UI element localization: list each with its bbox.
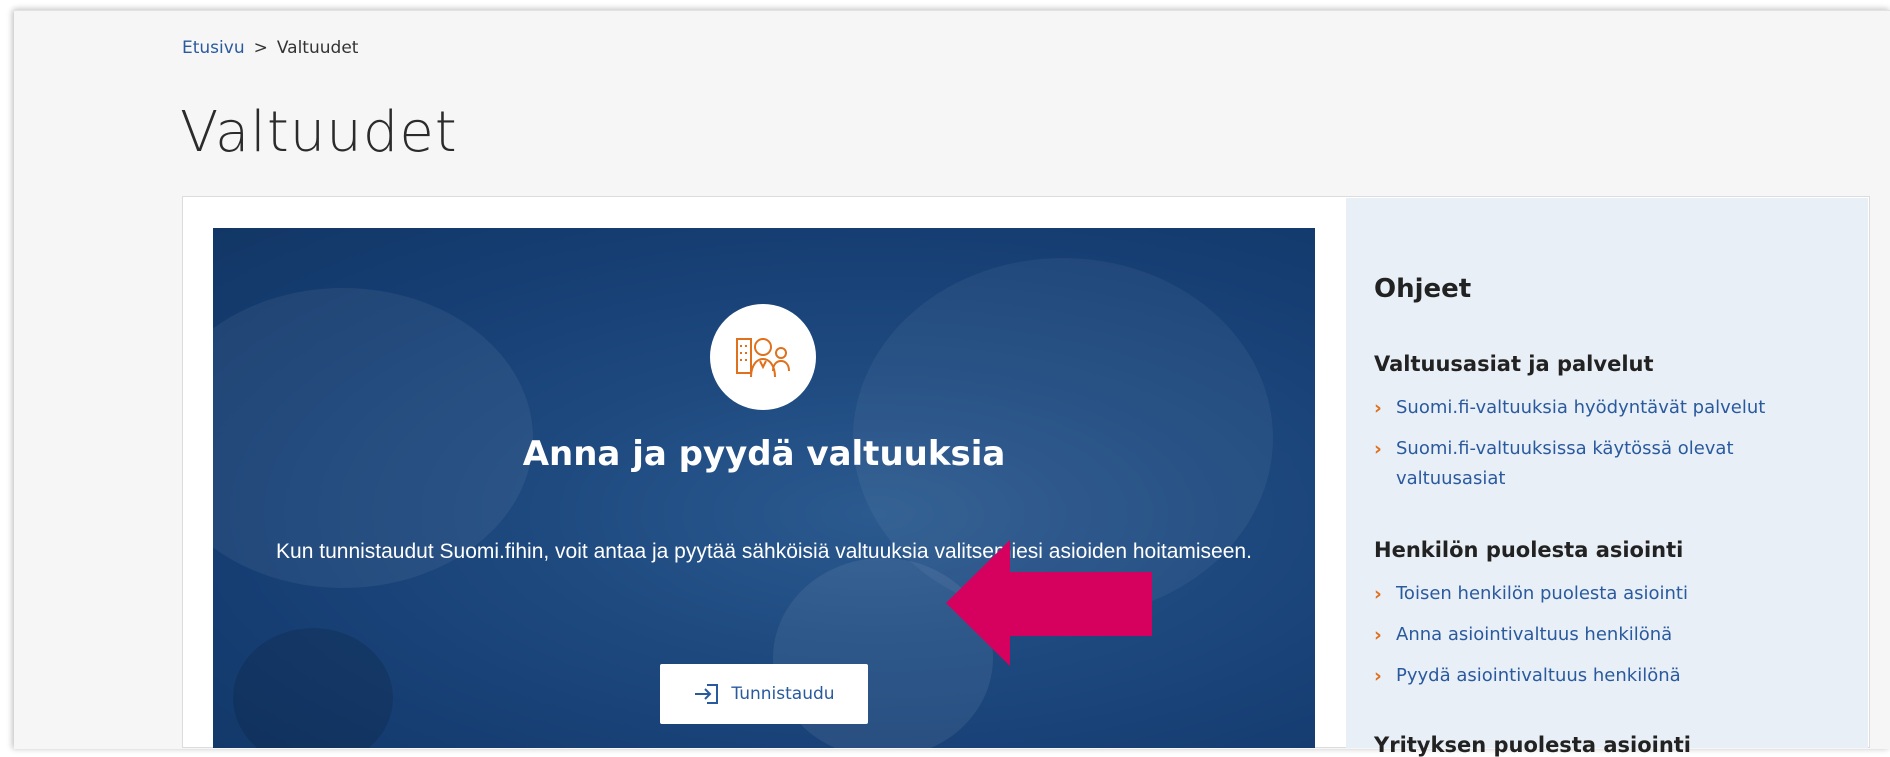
hero-banner: Anna ja pyydä valtuuksia Kun tunnistaudu…: [213, 228, 1315, 748]
login-button-label: Tunnistaudu: [731, 684, 835, 704]
sidebar-link-label: Toisen henkilön puolesta asiointi: [1396, 583, 1688, 604]
sidebar-section-heading: Valtuusasiat ja palvelut: [1374, 352, 1654, 376]
sidebar-link-label: Suomi.fi-valtuuksia hyödyntävät palvelut: [1396, 397, 1766, 418]
page-title: Valtuudet: [180, 100, 458, 165]
hero-background-shape: [233, 628, 393, 748]
breadcrumb: Etusivu > Valtuudet: [182, 38, 358, 58]
login-button[interactable]: Tunnistaudu: [660, 664, 868, 724]
sidebar-link[interactable]: › Toisen henkilön puolesta asiointi: [1374, 579, 1814, 609]
sidebar-link[interactable]: › Suomi.fi-valtuuksia hyödyntävät palvel…: [1374, 393, 1814, 423]
hero-title: Anna ja pyydä valtuuksia: [522, 434, 1006, 474]
annotation-arrow: [946, 540, 1152, 666]
breadcrumb-current: Valtuudet: [276, 38, 359, 58]
breadcrumb-home-link[interactable]: Etusivu: [182, 38, 245, 58]
sidebar-link-label: Suomi.fi-valtuuksissa käytössä olevat va…: [1396, 438, 1734, 489]
chevron-right-icon: ›: [1374, 438, 1382, 460]
sidebar-link-label: Anna asiointivaltuus henkilönä: [1396, 624, 1673, 645]
sidebar-link-label: Pyydä asiointivaltuus henkilönä: [1396, 665, 1681, 686]
breadcrumb-separator: >: [253, 38, 268, 58]
sidebar-title: Ohjeet: [1374, 274, 1472, 304]
help-sidebar: Ohjeet Valtuusasiat ja palvelut › Suomi.…: [1346, 198, 1868, 757]
chevron-right-icon: ›: [1374, 665, 1382, 687]
hero-icon-container: [710, 304, 816, 410]
sidebar-section-heading: Yrityksen puolesta asiointi: [1374, 733, 1692, 757]
chevron-right-icon: ›: [1374, 397, 1382, 419]
sidebar-link[interactable]: › Pyydä asiointivaltuus henkilönä: [1374, 661, 1814, 691]
sidebar-section-heading: Henkilön puolesta asiointi: [1374, 538, 1684, 562]
sidebar-link[interactable]: › Anna asiointivaltuus henkilönä: [1374, 620, 1814, 650]
person-building-icon: [736, 338, 790, 378]
chevron-right-icon: ›: [1374, 624, 1382, 646]
sign-in-icon: [695, 684, 719, 704]
sidebar-link[interactable]: › Suomi.fi-valtuuksissa käytössä olevat …: [1374, 434, 1814, 494]
chevron-right-icon: ›: [1374, 583, 1382, 605]
